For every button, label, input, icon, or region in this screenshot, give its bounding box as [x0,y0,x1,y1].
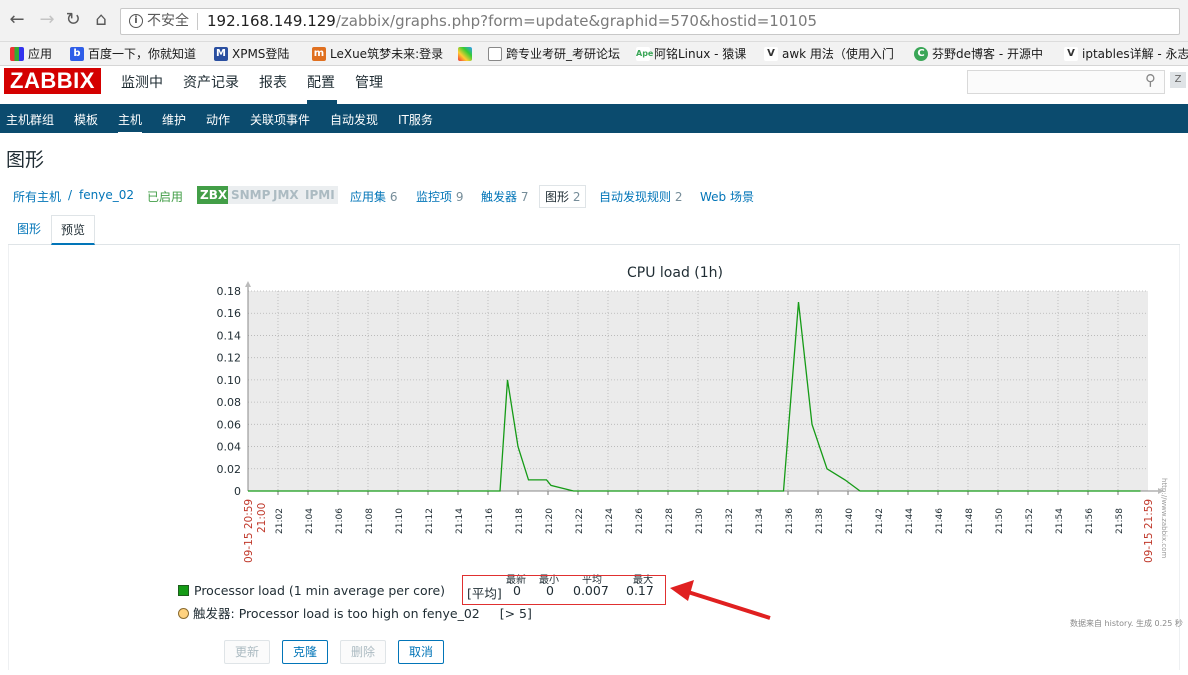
x-tick-label: 21:50 [995,508,1005,534]
trigger-color-dot [178,608,189,619]
generation-note: 数据来自 history. 生成 0.25 秒 [1070,619,1183,628]
highlight-box [462,575,666,605]
x-start-date-label: 09-15 20:59 [243,499,255,563]
x-tick-label: 21:44 [905,508,915,534]
x-tick-label: 21:02 [275,508,285,534]
x-tick-label: 21:08 [365,508,375,534]
y-tick-label: 0 [234,485,241,498]
x-tick-label: 21:34 [755,508,765,534]
x-tick-label: 21:04 [305,508,315,534]
x-tick-label: 21:14 [455,508,465,534]
x-tick-label: 21:30 [695,508,705,534]
y-tick-label: 0.02 [217,463,242,476]
x-tick-label: 21:06 [335,508,345,534]
x-tick-label: 21:56 [1085,508,1095,534]
y-axis-arrow [245,281,251,287]
legend-series: Processor load (1 min average per core) [178,583,445,598]
legend-series-label: Processor load (1 min average per core) [194,583,446,598]
update-button[interactable]: 更新 [224,640,271,664]
zabbix-url-note: http://www.zabbix.com [1160,478,1168,559]
x-end-label: 09-15 21:59 [1143,499,1155,563]
x-tick-label: 21:38 [815,508,825,534]
x-tick-label: 21:16 [485,508,495,534]
y-tick-label: 0.14 [217,329,242,342]
x-tick-label: 21:46 [935,508,945,534]
y-tick-label: 0.08 [217,396,242,409]
x-tick-label: 21:20 [545,508,555,534]
y-tick-label: 0.12 [217,352,242,365]
x-tick-label: 21:18 [515,508,525,534]
x-tick-label: 21:28 [665,508,675,534]
y-tick-label: 0.16 [217,307,242,320]
trigger-threshold: [> 5] [499,606,532,621]
trigger-label: Processor load is too high on fenye_02 [238,606,480,621]
y-tick-label: 0.18 [217,285,242,298]
x-tick-label: 21:54 [1055,508,1065,534]
x-tick-label: 21:36 [785,508,795,534]
y-tick-label: 0.06 [217,418,242,431]
x-tick-label: 21:42 [875,508,885,534]
y-tick-label: 0.04 [217,441,242,454]
series-color-swatch [178,585,189,596]
x-start-time-label: 21:00 [256,503,268,533]
clone-button[interactable]: 克隆 [282,640,329,664]
x-tick-label: 21:24 [605,508,615,534]
x-tick-label: 21:32 [725,508,735,534]
x-tick-label: 21:12 [425,508,435,534]
x-tick-label: 21:52 [1025,508,1035,534]
x-tick-label: 21:40 [845,508,855,534]
x-tick-label: 21:58 [1115,508,1125,534]
trigger-prefix: 触发器: [193,606,235,621]
legend-trigger: 触发器: Processor load is too high on fenye… [178,603,532,622]
y-tick-label: 0.10 [217,374,242,387]
x-tick-label: 21:22 [575,508,585,534]
x-tick-label: 21:48 [965,508,975,534]
cancel-button[interactable]: 取消 [398,640,445,664]
x-tick-label: 21:10 [395,508,405,534]
x-tick-label: 21:26 [635,508,645,534]
delete-button[interactable]: 删除 [340,640,387,664]
